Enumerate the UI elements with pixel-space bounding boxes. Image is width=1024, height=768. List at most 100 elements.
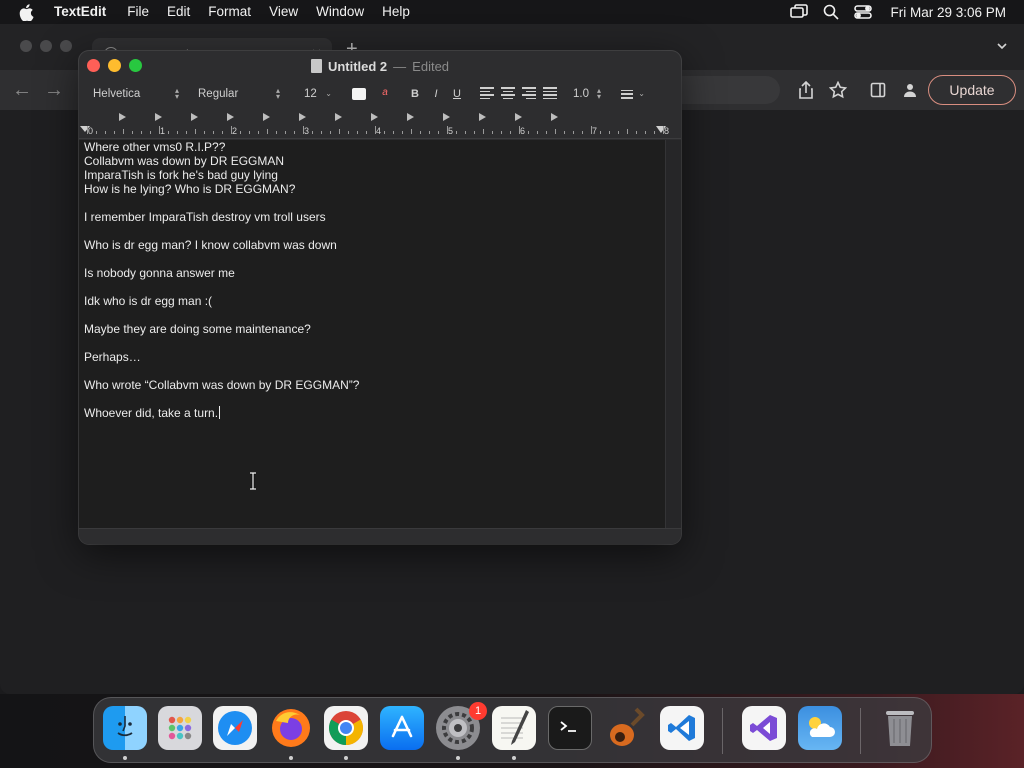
highlight-color-button[interactable]: a [378,87,392,101]
terminal-icon [560,721,576,732]
tab-search-chevron-icon[interactable] [996,40,1008,52]
document-line: Perhaps… [84,350,665,364]
document-line-text: Who wrote “Collabvm was down by DR EGGMA… [84,378,360,392]
ruler-tick [537,131,538,134]
forward-button[interactable]: → [44,80,64,100]
ruler-number: 6 [520,126,526,136]
font-family-popup[interactable]: Helvetica ▴ ▾ [87,85,185,103]
menu-app-name[interactable]: TextEdit [52,0,118,24]
ruler[interactable]: 0 1 2 3 4 5 6 7 8 [79,109,681,139]
menu-bar-clock[interactable]: Fri Mar 29 3:06 PM [890,5,1006,20]
side-panel-icon[interactable] [868,80,888,100]
dock-weather[interactable] [798,706,842,750]
ruler-tick [294,131,295,134]
dock-finder[interactable] [103,706,147,750]
bold-button[interactable]: B [407,86,423,102]
dock-separator [722,708,723,754]
text-cursor-ibeam-icon [250,472,256,490]
share-icon[interactable] [796,80,816,100]
control-center-icon[interactable] [854,3,873,21]
chrome-minimize-button[interactable] [40,40,52,52]
text-color-swatch[interactable] [352,88,366,100]
ruler-tab-stop[interactable] [155,113,162,121]
ruler-tick [609,131,610,134]
dock-launchpad[interactable] [158,706,202,750]
ruler-tick [285,131,286,134]
close-button[interactable] [87,59,100,72]
line-spacing-popup[interactable]: 1.0 ▴ ▾ [567,85,607,103]
align-justify-icon[interactable] [543,87,557,99]
running-indicator [289,756,293,760]
dock-firefox[interactable] [269,706,313,750]
ruler-tab-stop[interactable] [551,113,558,121]
document-text-area[interactable]: Where other vms0 R.I.P?? Collabvm was dow… [79,140,665,528]
dock-chrome[interactable] [324,706,368,750]
menu-file[interactable]: File [118,0,158,24]
align-center-icon[interactable] [501,87,515,99]
ruler-tick [114,131,115,134]
ruler-tick [510,131,511,134]
ruler-tick [555,129,556,134]
ruler-tab-stop[interactable] [191,113,198,121]
ruler-tab-stop[interactable] [371,113,378,121]
profile-icon[interactable] [900,80,920,100]
document-line-text: Perhaps… [84,350,141,364]
document-line-text: Whoever did, take a turn. [84,406,219,420]
back-button[interactable]: ← [12,80,32,100]
ruler-tab-stop[interactable] [299,113,306,121]
apple-menu-icon[interactable] [0,3,52,21]
dock-vscode[interactable] [660,706,704,750]
bookmark-star-icon[interactable] [828,80,848,100]
dock-garageband[interactable] [604,706,648,750]
ruler-tab-stop[interactable] [479,113,486,121]
dock-visual-studio[interactable] [742,706,786,750]
document-line: I remember ImparaTish destroy vm troll u… [84,210,665,224]
text-insertion-caret [219,406,221,419]
minimize-button[interactable] [108,59,121,72]
menu-help[interactable]: Help [373,0,419,24]
ruler-tab-stop[interactable] [407,113,414,121]
dock-trash[interactable] [878,706,922,750]
underline-button[interactable]: U [449,86,465,102]
chrome-update-button[interactable]: Update [928,75,1016,105]
menu-format[interactable]: Format [199,0,260,24]
ruler-tick [321,131,322,134]
vertical-scrollbar[interactable] [665,140,681,528]
dock-app-store[interactable] [380,706,424,750]
font-size-popup[interactable]: 12 ⌄ [298,85,338,103]
ruler-tick [654,131,655,134]
align-left-icon[interactable] [480,87,494,99]
finder-icon [117,716,133,737]
zoom-button[interactable] [129,59,142,72]
ruler-scale: 0 1 2 3 4 5 6 7 8 [79,124,681,139]
font-style-popup[interactable]: Regular ▴ ▾ [192,85,286,103]
ruler-tab-stops[interactable] [79,113,681,123]
dock-textedit[interactable] [492,706,536,750]
ruler-tab-stop[interactable] [263,113,270,121]
menu-view[interactable]: View [260,0,307,24]
ruler-tab-stop[interactable] [335,113,342,121]
list-bullets-popup[interactable]: ⌄ [615,85,651,103]
ruler-tab-stop[interactable] [227,113,234,121]
ruler-tab-stop[interactable] [443,113,450,121]
menu-window[interactable]: Window [307,0,373,24]
ruler-tab-stop[interactable] [515,113,522,121]
textedit-titlebar[interactable]: Untitled 2 — Edited [79,51,681,81]
dock-safari[interactable] [213,706,257,750]
dock-terminal[interactable] [548,706,592,750]
menu-edit[interactable]: Edit [158,0,199,24]
document-line: Collabvm was down by DR EGGMAN [84,154,665,168]
window-bottom-bar [79,528,681,544]
address-bar[interactable] [680,76,780,104]
weather-cloud-sun-icon [809,717,835,737]
ruler-tick [429,131,430,134]
screen-mirroring-icon[interactable] [790,3,809,21]
align-right-icon[interactable] [522,87,536,99]
ruler-tab-stop[interactable] [119,113,126,121]
chrome-close-button[interactable] [20,40,32,52]
spotlight-search-icon[interactable] [822,3,840,21]
italic-button[interactable]: I [428,86,444,102]
running-indicator [512,756,516,760]
chrome-zoom-button[interactable] [60,40,72,52]
document-line-text: Where other vms0 R.I.P?? [84,140,226,154]
